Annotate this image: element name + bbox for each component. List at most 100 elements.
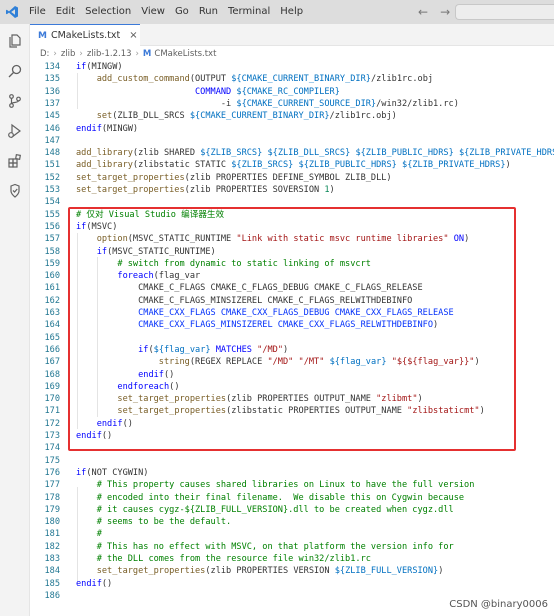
code-line[interactable]: 176 if(NOT CYGWIN)	[30, 467, 554, 479]
line-number: 167	[44, 357, 60, 368]
line-number: 182	[44, 541, 60, 552]
line-number: 173	[44, 431, 60, 441]
explorer-icon[interactable]	[4, 30, 26, 52]
code-text: # This has no effect with MSVC, on that …	[96, 541, 454, 552]
source-control-icon[interactable]	[4, 90, 26, 112]
code-line[interactable]: 184 set_target_properties(zlib PROPERTIE…	[30, 565, 554, 577]
line-number: 177	[44, 480, 60, 491]
code-line[interactable]: 181 #	[30, 528, 554, 540]
line-number: 179	[44, 504, 60, 515]
breadcrumb-dir-zlib[interactable]: zlib	[61, 49, 76, 59]
breadcrumb-drive[interactable]: D:	[40, 49, 49, 59]
line-number: 135	[44, 74, 60, 85]
line-number: 153	[44, 185, 60, 195]
search-icon[interactable]	[4, 60, 26, 82]
watermark: CSDN @binary0006	[449, 599, 548, 610]
code-line[interactable]: 147	[30, 135, 554, 147]
code-line[interactable]: 179 # it causes cygz-${ZLIB_FULL_VERSION…	[30, 504, 554, 516]
line-number: 148	[44, 148, 60, 159]
code-text: if(MINGW)	[76, 62, 123, 72]
code-text: # seems to be the default.	[96, 517, 232, 528]
chevron-right-icon: ›	[79, 48, 83, 59]
code-line[interactable]: 135 add_custom_command(OUTPUT ${CMAKE_CU…	[30, 73, 554, 85]
line-number: 178	[44, 492, 60, 503]
line-number: 136	[44, 86, 60, 97]
run-debug-icon[interactable]	[4, 120, 26, 142]
code-line[interactable]: 153 set_target_properties(zlib PROPERTIES…	[30, 184, 554, 196]
vscode-logo-icon	[0, 0, 24, 24]
menu-help[interactable]: Help	[275, 0, 308, 24]
code-line[interactable]: 134 if(MINGW)	[30, 61, 554, 73]
code-text: set_target_properties(zlib PROPERTIES SO…	[76, 185, 335, 195]
editor-tabs: M CMakeLists.txt ×	[30, 24, 554, 46]
back-arrow-icon[interactable]: ←	[418, 5, 428, 19]
chevron-right-icon: ›	[135, 48, 139, 59]
line-number: 180	[44, 517, 60, 528]
line-number: 146	[44, 123, 60, 134]
line-number: 158	[44, 246, 60, 257]
line-number: 155	[44, 209, 60, 220]
line-number: 181	[44, 529, 60, 540]
forward-arrow-icon[interactable]: →	[440, 5, 450, 19]
line-number: 137	[44, 98, 60, 109]
code-line[interactable]: 137 -i ${CMAKE_CURRENT_SOURCE_DIR}/win32…	[30, 98, 554, 110]
line-number: 176	[44, 467, 60, 478]
code-text: set(ZLIB_DLL_SRCS ${CMAKE_CURRENT_BINARY…	[96, 111, 397, 122]
line-number: 175	[44, 455, 60, 466]
code-line[interactable]: 178 # encoded into their final filename.…	[30, 492, 554, 504]
code-line[interactable]: 177 # This property causes shared librar…	[30, 479, 554, 491]
code-line[interactable]: 145 set(ZLIB_DLL_SRCS ${CMAKE_CURRENT_BI…	[30, 110, 554, 122]
code-line[interactable]: 151 add_library(zlibstatic STATIC ${ZLIB_…	[30, 159, 554, 171]
line-number: 185	[44, 578, 60, 589]
testing-icon[interactable]	[4, 180, 26, 202]
breadcrumb-dir-zlib-version[interactable]: zlib-1.2.13	[87, 49, 132, 59]
code-line[interactable]: 182 # This has no effect with MSVC, on t…	[30, 541, 554, 553]
menu-run[interactable]: Run	[194, 0, 223, 24]
menu-go[interactable]: Go	[170, 0, 194, 24]
cmake-file-icon: M	[38, 30, 47, 41]
code-line[interactable]: 146 endif(MINGW)	[30, 123, 554, 135]
menu-selection[interactable]: Selection	[80, 0, 136, 24]
breadcrumb: D: › zlib › zlib-1.2.13 › M CMakeLists.t…	[40, 46, 216, 61]
chevron-right-icon: ›	[53, 48, 57, 59]
line-number: 154	[44, 197, 60, 208]
menu-terminal[interactable]: Terminal	[223, 0, 275, 24]
line-number: 171	[44, 406, 60, 417]
code-line[interactable]: 180 # seems to be the default.	[30, 516, 554, 528]
tab-cmakelists[interactable]: M CMakeLists.txt ×	[30, 24, 140, 46]
line-number: 170	[44, 394, 60, 405]
menu-edit[interactable]: Edit	[51, 0, 80, 24]
code-text: endif()	[76, 578, 113, 589]
line-number: 162	[44, 295, 60, 306]
line-number: 169	[44, 381, 60, 392]
code-line[interactable]: 136 COMMAND ${CMAKE_RC_COMPILER}	[30, 86, 554, 98]
line-number: 164	[44, 320, 60, 331]
menu-file[interactable]: File	[24, 0, 51, 24]
line-number: 183	[44, 554, 60, 564]
tab-label: CMakeLists.txt	[50, 30, 121, 41]
code-line[interactable]: 175	[30, 455, 554, 467]
command-center-search[interactable]	[455, 4, 554, 20]
code-text: add_library(zlibstatic STATIC ${ZLIB_SRC…	[76, 160, 511, 171]
line-number: 172	[44, 418, 60, 429]
breadcrumb-file[interactable]: CMakeLists.txt	[154, 49, 216, 59]
code-text: #	[96, 529, 102, 540]
menu-bar: File Edit Selection View Go Run Terminal…	[24, 0, 308, 24]
line-number: 186	[44, 590, 60, 601]
extensions-icon[interactable]	[4, 150, 26, 172]
code-line[interactable]: 148 add_library(zlib SHARED ${ZLIB_SRCS} …	[30, 147, 554, 159]
line-number: 160	[44, 271, 60, 282]
highlight-annotation-box	[68, 207, 516, 451]
code-line[interactable]: 152 set_target_properties(zlib PROPERTIES…	[30, 172, 554, 184]
line-number: 165	[44, 332, 60, 343]
close-icon[interactable]: ×	[129, 30, 137, 41]
menu-view[interactable]: View	[136, 0, 170, 24]
code-line[interactable]: 185 endif()	[30, 578, 554, 590]
code-line[interactable]: 183 # the DLL comes from the resource fi…	[30, 553, 554, 565]
line-number: 166	[44, 344, 60, 355]
line-number: 152	[44, 172, 60, 183]
code-text: -i ${CMAKE_CURRENT_SOURCE_DIR}/win32/zli…	[76, 98, 459, 109]
history-nav: ← →	[418, 0, 450, 24]
line-number: 147	[44, 135, 60, 146]
cmake-file-icon: M	[142, 48, 152, 59]
